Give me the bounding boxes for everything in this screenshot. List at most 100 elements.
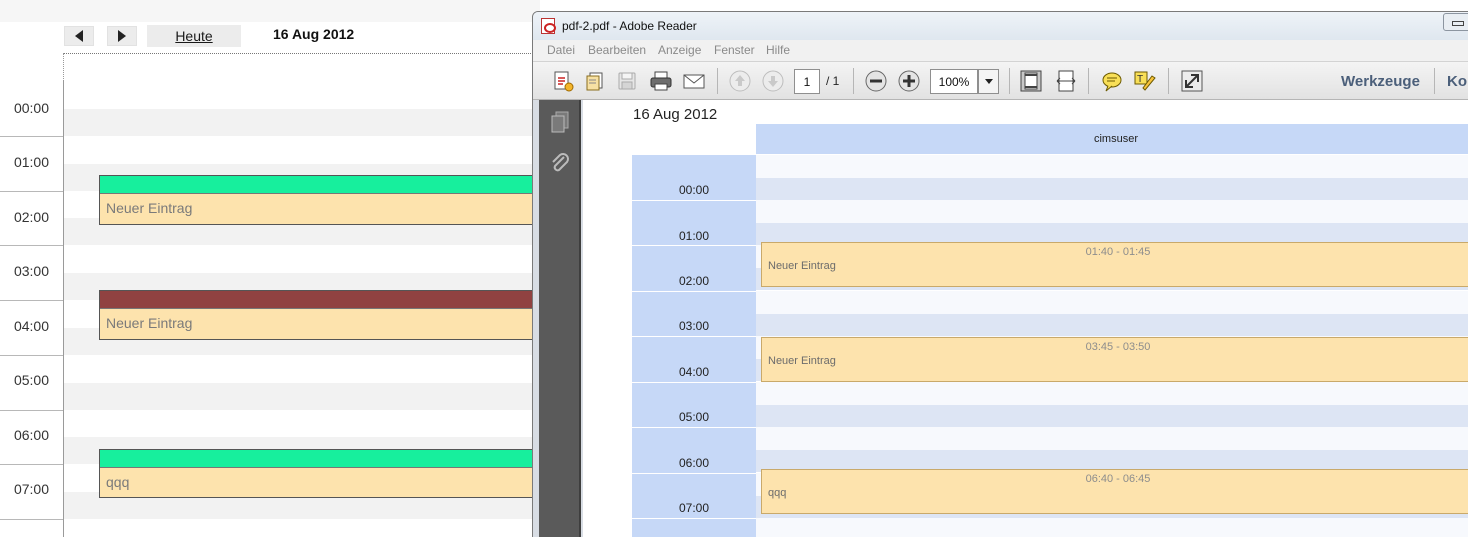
pdf-time-divider: [632, 427, 756, 428]
zoom-level-input[interactable]: 100%: [930, 69, 978, 94]
pdf-event-title: Neuer Eintrag: [768, 260, 836, 272]
window-title: pdf-2.pdf - Adobe Reader: [562, 19, 697, 33]
pdf-grid-row: [756, 200, 1468, 223]
tools-panel-button[interactable]: Werkzeuge: [1341, 73, 1420, 90]
reader-title-bar[interactable]: pdf-2.pdf - Adobe Reader: [533, 12, 1468, 40]
calendar-top-strip: [0, 0, 540, 22]
pdf-hour-label: 03:00: [678, 319, 710, 333]
calendar-header-row: [63, 53, 543, 81]
previous-day-button[interactable]: [64, 26, 94, 46]
hour-label: 06:00: [13, 427, 50, 443]
event-title: qqq: [100, 467, 539, 497]
full-screen-icon[interactable]: [1180, 70, 1204, 92]
pdf-event: 06:40 - 06:45 qqq: [761, 469, 1468, 514]
hour-divider: [0, 191, 63, 192]
toolbar-separator: [717, 68, 718, 94]
menu-anzeige[interactable]: Anzeige: [658, 43, 701, 57]
sticky-note-icon[interactable]: [1100, 70, 1124, 92]
page-total: / 1: [826, 74, 840, 88]
hour-divider: [0, 300, 63, 301]
email-icon[interactable]: [682, 70, 706, 92]
event-title: Neuer Eintrag: [100, 308, 539, 339]
hour-divider: [0, 519, 63, 520]
pdf-hour-label: 04:00: [678, 365, 710, 379]
open-file-icon[interactable]: [583, 70, 607, 92]
fit-width-icon[interactable]: [1054, 70, 1078, 92]
pdf-time-divider: [632, 518, 756, 519]
save-icon[interactable]: [615, 70, 639, 92]
current-date: 16 Aug 2012: [273, 26, 355, 42]
hour-label: 00:00: [13, 100, 50, 116]
hour-divider: [0, 464, 63, 465]
menu-hilfe[interactable]: Hilfe: [766, 43, 790, 57]
event-color-bar: [100, 291, 539, 308]
event-title: Neuer Eintrag: [100, 193, 539, 224]
pdf-time-divider: [632, 473, 756, 474]
pdf-grid-row: [756, 291, 1468, 314]
hour-divider: [0, 355, 63, 356]
half-hour-stripe: [64, 383, 540, 410]
hour-label: 05:00: [13, 372, 50, 388]
half-hour-stripe: [64, 109, 540, 136]
pdf-grid-row: [756, 518, 1468, 537]
menu-fenster[interactable]: Fenster: [714, 43, 755, 57]
toolbar-separator: [1434, 68, 1435, 94]
hour-divider: [0, 136, 63, 137]
hour-divider: [0, 245, 63, 246]
zoom-out-icon[interactable]: [864, 70, 888, 92]
calendar-event[interactable]: qqq: [99, 449, 540, 498]
hour-label: 04:00: [13, 318, 50, 334]
page-thumbnails-icon[interactable]: [549, 110, 571, 139]
toolbar-separator: [1168, 68, 1169, 94]
create-pdf-icon[interactable]: [551, 70, 575, 92]
pdf-event-title: Neuer Eintrag: [768, 355, 836, 367]
pdf-time-divider: [632, 245, 756, 246]
pdf-user-column-header: cimsuser: [756, 124, 1468, 154]
navigation-panel: [539, 100, 581, 537]
page-number-input[interactable]: 1: [794, 69, 820, 94]
pdf-event-time: 06:40 - 06:45: [1085, 473, 1151, 485]
previous-page-icon[interactable]: [728, 70, 752, 92]
pdf-grid-row: [756, 314, 1468, 336]
zoom-in-icon[interactable]: [897, 70, 921, 92]
pdf-time-divider: [632, 336, 756, 337]
pdf-hour-label: 01:00: [678, 229, 710, 243]
pdf-hour-label: 06:00: [678, 456, 710, 470]
next-page-icon[interactable]: [761, 70, 785, 92]
reader-toolbar: 1 / 1 100% T Werkzeuge Ko: [533, 62, 1468, 100]
pdf-event: 03:45 - 03:50 Neuer Eintrag: [761, 337, 1468, 382]
attachments-icon[interactable]: [549, 152, 571, 181]
menu-bar: Datei Bearbeiten Anzeige Fenster Hilfe: [533, 40, 1468, 62]
pdf-grid-row: [756, 405, 1468, 427]
zoom-dropdown-button[interactable]: [978, 69, 999, 94]
pdf-hour-label: 00:00: [678, 183, 710, 197]
highlight-text-icon[interactable]: T: [1133, 70, 1157, 92]
menu-bearbeiten[interactable]: Bearbeiten: [588, 43, 646, 57]
toolbar-separator: [853, 68, 854, 94]
today-link[interactable]: Heute: [147, 25, 241, 47]
hour-label: 07:00: [13, 481, 50, 497]
hour-label: 02:00: [13, 209, 50, 225]
minimize-button[interactable]: [1443, 13, 1468, 31]
pdf-grid-row: [756, 178, 1468, 200]
pdf-time-column: [632, 155, 756, 537]
toolbar-separator: [1088, 68, 1089, 94]
next-day-button[interactable]: [107, 26, 137, 46]
print-icon[interactable]: [649, 70, 673, 92]
svg-text:T: T: [1137, 74, 1143, 85]
pdf-hour-label: 07:00: [678, 501, 710, 515]
pdf-grid-row: [756, 155, 1468, 178]
time-axis-line: [63, 81, 64, 537]
hour-label: 03:00: [13, 263, 50, 279]
adobe-reader-window: pdf-2.pdf - Adobe Reader Datei Bearbeite…: [532, 11, 1468, 537]
hour-divider: [0, 410, 63, 411]
pdf-document-area[interactable]: 16 Aug 2012 cimsuser 00:00 01:00 02:00 0…: [583, 100, 1468, 537]
calendar-event[interactable]: Neuer Eintrag: [99, 290, 540, 340]
menu-datei[interactable]: Datei: [547, 43, 575, 57]
calendar-event[interactable]: Neuer Eintrag: [99, 175, 540, 225]
pdf-event: 01:40 - 01:45 Neuer Eintrag: [761, 242, 1468, 287]
event-color-bar: [100, 450, 539, 467]
fit-page-icon[interactable]: [1019, 70, 1043, 92]
comment-panel-button[interactable]: Kommentar: [1447, 73, 1468, 90]
pdf-event-time: 03:45 - 03:50: [1085, 341, 1151, 353]
